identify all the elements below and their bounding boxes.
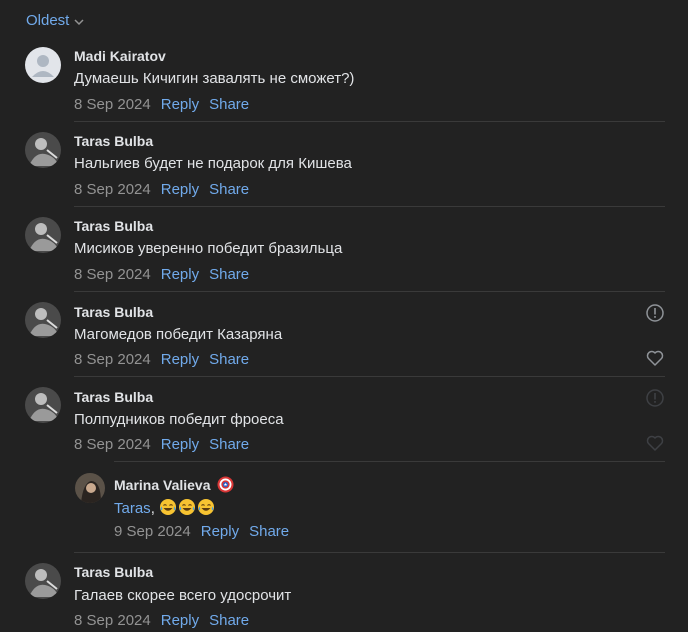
comment-divider: [74, 206, 665, 207]
avatar[interactable]: [25, 563, 61, 599]
avatar[interactable]: [25, 132, 61, 168]
share-button[interactable]: Share: [249, 523, 289, 540]
comment-author[interactable]: Marina Valieva: [114, 476, 234, 493]
comment-text: Нальгиев будет не подарок для Кишева: [74, 155, 352, 172]
share-button[interactable]: Share: [209, 181, 249, 198]
share-button[interactable]: Share: [209, 612, 249, 629]
heart-icon[interactable]: [645, 348, 665, 368]
reply-button[interactable]: Reply: [161, 96, 199, 113]
comment-author[interactable]: Taras Bulba: [74, 218, 153, 234]
avatar[interactable]: [25, 302, 61, 338]
avatar-photo: [25, 387, 61, 423]
comment-text: Taras,: [114, 498, 216, 517]
comment-author[interactable]: Taras Bulba: [74, 133, 153, 149]
avatar[interactable]: [25, 217, 61, 253]
reply-button[interactable]: Reply: [201, 523, 239, 540]
reply-button[interactable]: Reply: [161, 351, 199, 368]
captain-shield-emoji: [217, 476, 234, 493]
share-button[interactable]: Share: [209, 96, 249, 113]
author-name: Marina Valieva: [114, 477, 211, 493]
heart-icon[interactable]: [645, 433, 665, 453]
avatar-photo: [25, 132, 61, 168]
text-suffix: ,: [150, 500, 160, 517]
report-icon[interactable]: [645, 303, 665, 323]
avatar-photo: [25, 563, 61, 599]
avatar[interactable]: [25, 47, 61, 83]
avatar-photo: [25, 217, 61, 253]
comment-date[interactable]: 8 Sep 2024: [74, 96, 151, 113]
avatar-photo: [25, 302, 61, 338]
comment-divider: [74, 376, 665, 377]
comment-divider: [74, 552, 665, 553]
reply-button[interactable]: Reply: [161, 436, 199, 453]
comment-divider: [114, 461, 665, 462]
comment-text: Думаешь Кичигин завалять не сможет?): [74, 70, 355, 87]
comment-text: Магомедов победит Казаряна: [74, 326, 283, 343]
comment-divider: [74, 121, 665, 122]
comment-author[interactable]: Taras Bulba: [74, 304, 153, 320]
comment-date[interactable]: 8 Sep 2024: [74, 266, 151, 283]
report-icon[interactable]: [645, 388, 665, 408]
reply-button[interactable]: Reply: [161, 181, 199, 198]
comment-author[interactable]: Taras Bulba: [74, 389, 153, 405]
share-button[interactable]: Share: [209, 351, 249, 368]
comment-date[interactable]: 8 Sep 2024: [74, 351, 151, 368]
chevron-down-icon: [74, 19, 84, 26]
reply-button[interactable]: Reply: [161, 266, 199, 283]
share-button[interactable]: Share: [209, 436, 249, 453]
avatar[interactable]: [75, 473, 105, 503]
reply-button[interactable]: Reply: [161, 612, 199, 629]
face-with-tears-of-joy-emoji: [160, 499, 177, 515]
sort-label: Oldest: [26, 12, 70, 29]
sort-dropdown[interactable]: Oldest: [26, 12, 85, 29]
comment-text: Полпудников победит фроеса: [74, 411, 284, 428]
comment-date[interactable]: 8 Sep 2024: [74, 612, 151, 629]
mention-link[interactable]: Taras: [114, 500, 151, 517]
avatar-photo: [75, 473, 105, 503]
face-with-tears-of-joy-emoji: [179, 499, 196, 515]
comment-date[interactable]: 8 Sep 2024: [74, 181, 151, 198]
comment-author[interactable]: Madi Kairatov: [74, 48, 166, 64]
comment-author[interactable]: Taras Bulba: [74, 564, 153, 580]
comment-date[interactable]: 8 Sep 2024: [74, 436, 151, 453]
share-button[interactable]: Share: [209, 266, 249, 283]
default-user-icon: [32, 55, 54, 77]
avatar[interactable]: [25, 387, 61, 423]
comment-divider: [74, 291, 665, 292]
comment-date[interactable]: 9 Sep 2024: [114, 523, 191, 540]
face-with-tears-of-joy-emoji: [198, 499, 215, 515]
comment-text: Галаев скорее всего удосрочит: [74, 587, 292, 604]
comment-text: Мисиков уверенно победит бразильца: [74, 240, 343, 257]
